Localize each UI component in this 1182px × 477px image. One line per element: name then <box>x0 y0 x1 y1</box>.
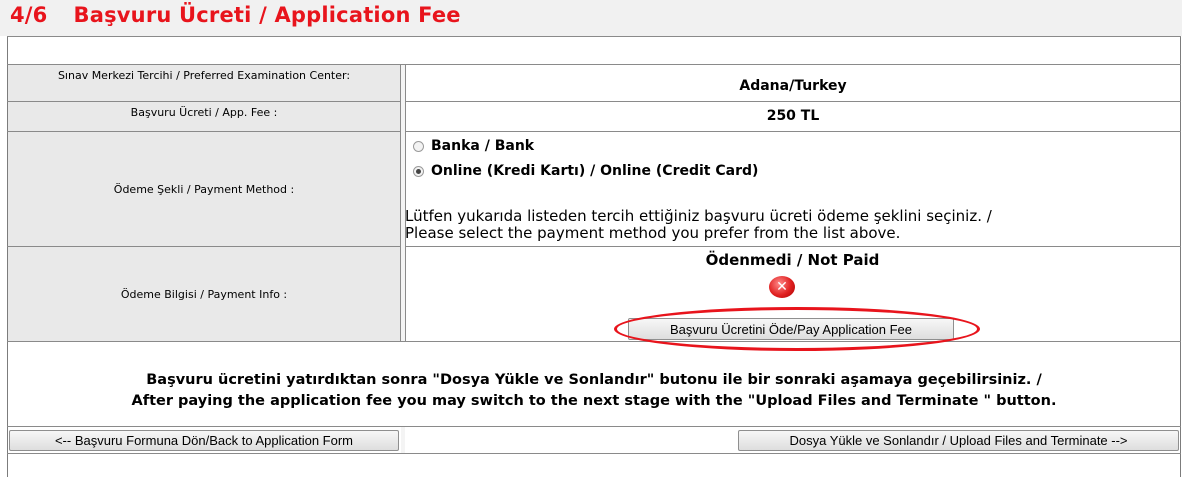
payment-option-bank-label: Banka / Bank <box>431 138 535 154</box>
pay-button-highlight-ellipse <box>614 307 980 351</box>
payment-note-tr: Lütfen yukarıda listeden tercih ettiğini… <box>405 207 992 225</box>
not-paid-x-icon: ✕ <box>769 276 795 298</box>
fee-label: Başvuru Ücreti / App. Fee : <box>8 102 401 131</box>
back-to-application-form-button[interactable]: <-- Başvuru Formuna Dön/Back to Applicat… <box>9 430 399 451</box>
payment-note-en: Please select the payment method you pre… <box>405 224 901 242</box>
divider <box>7 453 1181 454</box>
divider <box>7 36 1181 37</box>
next-step-message: Başvuru ücretini yatırdıktan sonra "Dosy… <box>8 370 1180 412</box>
nav-separator <box>401 427 405 453</box>
payment-option-bank[interactable]: Banka / Bank <box>413 138 534 154</box>
application-fee-page: 4/6 Başvuru Ücreti / Application Fee Sına… <box>0 0 1182 477</box>
exam-center-cell: Adana/Turkey <box>405 65 1180 101</box>
payment-info-label: Ödeme Bilgisi / Payment Info : <box>8 247 401 341</box>
payment-method-label: Ödeme Şekli / Payment Method : <box>8 132 401 246</box>
page-title-text: Başvuru Ücreti / Application Fee <box>73 3 461 27</box>
payment-option-online-label: Online (Kredi Kartı) / Online (Credit Ca… <box>431 163 759 179</box>
fee-cell: 250 TL <box>405 102 1180 131</box>
payment-method-note: Lütfen yukarıda listeden tercih ettiğini… <box>405 208 992 242</box>
step-indicator: 4/6 <box>10 3 48 27</box>
exam-center-value: Adana/Turkey <box>739 78 847 94</box>
next-step-message-en: After paying the application fee you may… <box>131 393 1057 409</box>
exam-center-label: Sınav Merkezi Tercihi / Preferred Examin… <box>8 65 401 101</box>
page-header: 4/6 Başvuru Ücreti / Application Fee <box>0 0 1182 36</box>
page-title: 4/6 Başvuru Ücreti / Application Fee <box>10 3 461 27</box>
payment-option-online[interactable]: Online (Kredi Kartı) / Online (Credit Ca… <box>413 163 758 179</box>
radio-online[interactable] <box>413 165 424 177</box>
divider <box>7 426 1181 427</box>
radio-bank[interactable] <box>413 140 424 152</box>
payment-status: Ödenmedi / Not Paid <box>705 251 880 269</box>
fee-value: 250 TL <box>766 108 820 124</box>
upload-files-and-terminate-button[interactable]: Dosya Yükle ve Sonlandır / Upload Files … <box>738 430 1179 451</box>
next-step-message-tr: Başvuru ücretini yatırdıktan sonra "Dosy… <box>146 372 1042 388</box>
divider <box>7 341 1181 342</box>
